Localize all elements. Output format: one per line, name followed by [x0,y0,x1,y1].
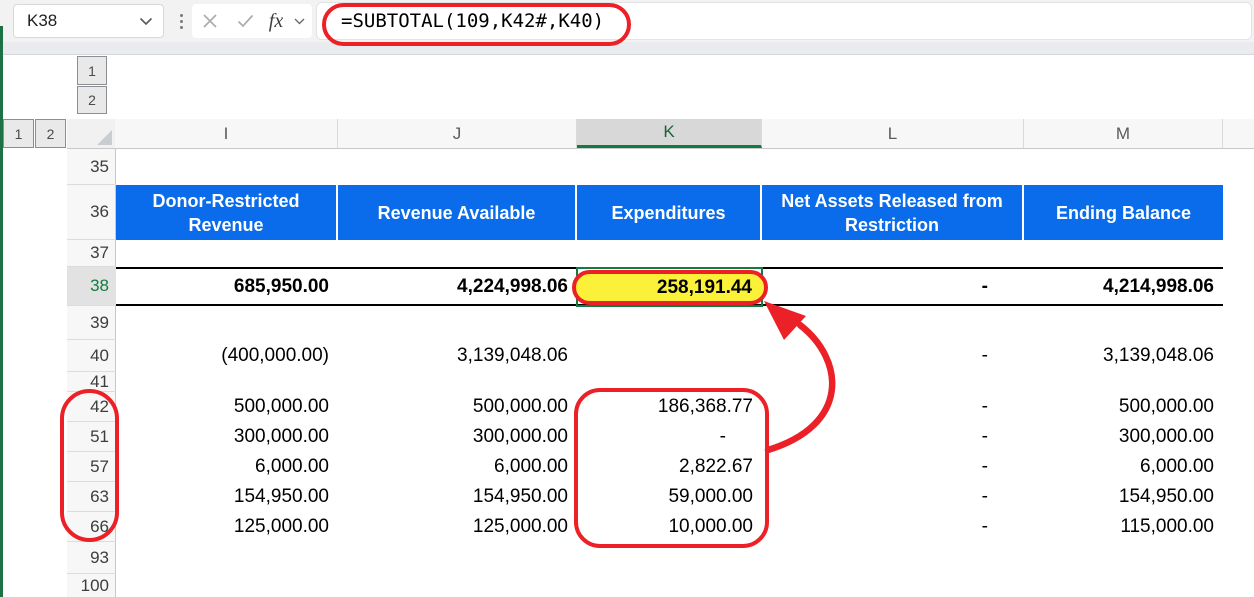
cell-I42[interactable]: 500,000.00 [116,396,338,418]
cell-L51[interactable]: - [762,426,1024,448]
cell-M51[interactable]: 300,000.00 [1024,426,1223,448]
row-header-36[interactable]: 36 [67,185,116,240]
formula-bar-divider [0,42,1254,55]
row-header-40[interactable]: 40 [67,340,116,372]
cell-M38[interactable]: 4,214,998.06 [1024,276,1223,298]
insert-function-icon[interactable]: fx [262,10,290,33]
row-header-51[interactable]: 51 [67,422,116,452]
window-edge-strip [0,26,3,597]
column-outline-level-1-button[interactable]: 1 [77,56,107,85]
column-header-strip: I J K L M [115,119,1254,149]
highlighted-value-K38: 258,191.44 [572,270,768,305]
select-all-button[interactable] [67,119,116,149]
excel-window: K38 fx =SUBTOTAL(109,K42#,K40) [0,0,1254,597]
cell-K51[interactable]: - [577,426,762,448]
row-header-63[interactable]: 63 [67,482,116,512]
header-cell-net-assets[interactable]: Net Assets Released from Restriction [762,185,1024,240]
header-cell-revenue-available[interactable]: Revenue Available [338,185,577,240]
cell-L40[interactable]: - [762,345,1024,367]
row-header-38[interactable]: 38 [67,267,116,306]
header-cell-donor-restricted[interactable]: Donor-Restricted Revenue [116,185,338,240]
header-cell-expenditures[interactable]: Expenditures [577,185,762,240]
row-header-41[interactable]: 41 [67,372,116,392]
table-row-57: 6,000.00 6,000.00 2,822.67 - 6,000.00 [116,452,1223,482]
row-header-37[interactable]: 37 [67,240,116,267]
table-row-63: 154,950.00 154,950.00 59,000.00 - 154,95… [116,482,1223,512]
cell-J40[interactable]: 3,139,048.06 [338,345,577,367]
cell-J63[interactable]: 154,950.00 [338,486,577,508]
column-outline-level-2-button[interactable]: 2 [77,86,107,114]
cell-I40[interactable]: (400,000.00) [116,345,338,367]
row-header-93[interactable]: 93 [67,542,116,574]
row-header-35[interactable]: 35 [67,149,116,185]
table-row-42: 500,000.00 500,000.00 186,368.77 - 500,0… [116,392,1223,422]
row-outline-level-1-button[interactable]: 1 [3,119,34,148]
cell-L38[interactable]: - [762,276,1024,298]
cell-J57[interactable]: 6,000.00 [338,456,577,478]
cell-K42[interactable]: 186,368.77 [577,396,762,418]
cell-I66[interactable]: 125,000.00 [116,516,338,538]
cell-K63[interactable]: 59,000.00 [577,486,762,508]
name-box-value: K38 [14,11,139,31]
row-outline-level-2-button[interactable]: 2 [35,119,66,148]
cell-M63[interactable]: 154,950.00 [1024,486,1223,508]
cell-M40[interactable]: 3,139,048.06 [1024,345,1223,367]
cell-L66[interactable]: - [762,516,1024,538]
cell-M66[interactable]: 115,000.00 [1024,516,1223,538]
table-header-row: Donor-Restricted Revenue Revenue Availab… [116,185,1223,240]
row-header-100[interactable]: 100 [67,574,116,597]
formula-bar-area: K38 fx =SUBTOTAL(109,K42#,K40) [0,0,1254,42]
column-header-partial[interactable] [1223,119,1254,148]
chevron-down-icon[interactable] [139,17,153,26]
column-header-K[interactable]: K [577,119,762,148]
column-header-M[interactable]: M [1024,119,1223,148]
cell-K38-value: 258,191.44 [657,277,752,299]
drag-handle-dots-icon[interactable] [176,8,186,34]
cell-L63[interactable]: - [762,486,1024,508]
chevron-down-icon[interactable] [290,18,308,25]
cell-L42[interactable]: - [762,396,1024,418]
formula-input[interactable]: =SUBTOTAL(109,K42#,K40) [316,2,1252,40]
cell-J42[interactable]: 500,000.00 [338,396,577,418]
header-cell-ending-balance[interactable]: Ending Balance [1024,185,1223,240]
formula-buttons-group: fx [192,4,312,38]
cell-M57[interactable]: 6,000.00 [1024,456,1223,478]
cell-I57[interactable]: 6,000.00 [116,456,338,478]
table-row-40: (400,000.00) 3,139,048.06 - 3,139,048.06 [116,340,1223,372]
cell-I51[interactable]: 300,000.00 [116,426,338,448]
row-header-42[interactable]: 42 [67,392,116,422]
cell-M42[interactable]: 500,000.00 [1024,396,1223,418]
row-header-strip: 35 36 37 38 39 40 41 42 51 57 63 66 93 1… [67,149,116,597]
cell-J66[interactable]: 125,000.00 [338,516,577,538]
name-box[interactable]: K38 [13,4,164,38]
enter-icon[interactable] [228,14,262,28]
cell-L57[interactable]: - [762,456,1024,478]
column-header-J[interactable]: J [338,119,577,148]
formula-text: =SUBTOTAL(109,K42#,K40) [317,10,604,32]
table-row-66: 125,000.00 125,000.00 10,000.00 - 115,00… [116,512,1223,542]
row-header-39[interactable]: 39 [67,306,116,340]
cell-I38[interactable]: 685,950.00 [116,276,338,298]
select-all-triangle-icon [97,130,112,145]
cell-I63[interactable]: 154,950.00 [116,486,338,508]
row-header-66[interactable]: 66 [67,512,116,542]
cell-J51[interactable]: 300,000.00 [338,426,577,448]
cancel-icon[interactable] [192,13,228,29]
row-header-57[interactable]: 57 [67,452,116,482]
cell-K57[interactable]: 2,822.67 [577,456,762,478]
column-header-L[interactable]: L [762,119,1024,148]
cell-J38[interactable]: 4,224,998.06 [338,276,577,298]
cell-K66[interactable]: 10,000.00 [577,516,762,538]
table-row-51: 300,000.00 300,000.00 - - 300,000.00 [116,422,1223,452]
column-header-I[interactable]: I [115,119,338,148]
